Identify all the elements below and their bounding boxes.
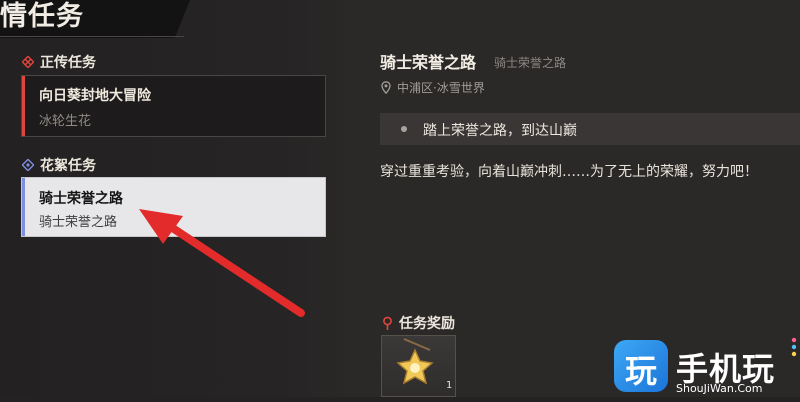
side-story-label: 花絮任务 <box>40 158 96 174</box>
title-divider <box>0 36 184 37</box>
rewards-header: 任务奖励 <box>382 313 455 333</box>
quest-card-accent <box>22 178 25 236</box>
main-story-header: 正传任务 <box>22 52 96 72</box>
objective-text: 踏上荣誉之路，到达山巅 <box>423 123 577 139</box>
reward-count: 1 <box>446 380 453 391</box>
quest-card-title: 向日葵封地大冒险 <box>39 88 151 104</box>
location-text: 中浦区·冰雪世界 <box>397 81 485 95</box>
rewards-label: 任务奖励 <box>399 316 455 332</box>
reward-item-slot[interactable] <box>381 335 456 397</box>
side-story-icon <box>22 159 34 171</box>
quest-card-accent <box>22 76 25 136</box>
main-story-label: 正传任务 <box>40 55 96 71</box>
quest-card-selected[interactable]: 骑士荣誉之路 骑士荣誉之路 <box>21 177 326 237</box>
side-story-header: 花絮任务 <box>22 155 96 175</box>
objective-bullet-icon <box>401 126 407 132</box>
quest-description: 穿过重重考验，向着山巅冲刺……为了无上的荣耀，努力吧！ <box>380 164 758 180</box>
quest-card-title: 骑士荣誉之路 <box>39 191 123 207</box>
location-pin-icon <box>381 81 391 94</box>
watermark-logo: 玩 <box>614 340 668 392</box>
watermark-dots-icon <box>791 337 797 357</box>
quest-card-subtitle: 冰轮生花 <box>39 114 92 129</box>
page-title: 情任务 <box>0 1 84 32</box>
quest-detail-subtitle: 骑士荣誉之路 <box>494 56 567 70</box>
site-watermark: 玩 手机玩 ShouJiWan.Com <box>612 334 800 397</box>
quest-card-main[interactable]: 向日葵封地大冒险 冰轮生花 <box>21 75 326 137</box>
main-story-icon <box>22 56 34 68</box>
quest-location: 中浦区·冰雪世界 <box>381 79 485 96</box>
watermark-url: ShouJiWan.Com <box>676 382 763 395</box>
quest-detail-title: 骑士荣誉之路 <box>380 53 477 72</box>
quest-objective: 踏上荣誉之路，到达山巅 <box>380 113 800 145</box>
reward-marker-icon <box>383 316 392 330</box>
quest-card-subtitle: 骑士荣誉之路 <box>39 215 118 230</box>
watermark-glyph: 玩 <box>624 352 657 390</box>
